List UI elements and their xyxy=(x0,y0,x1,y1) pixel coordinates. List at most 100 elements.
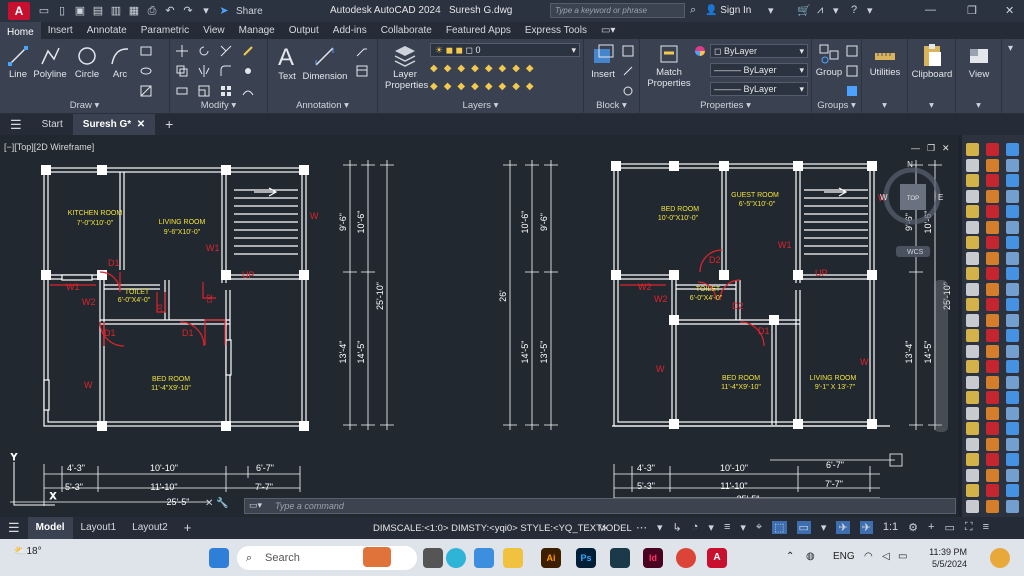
palette-tool-icon[interactable] xyxy=(966,484,979,497)
plot-icon[interactable]: ⎙ xyxy=(146,5,158,17)
dropdown-icon[interactable]: ▾ xyxy=(833,4,839,17)
dimension-button[interactable]: Dimension xyxy=(302,43,348,82)
chrome-icon[interactable] xyxy=(676,548,696,568)
volume-icon[interactable]: ◁ xyxy=(882,551,890,562)
palette-tool-icon[interactable] xyxy=(1006,329,1019,342)
hatch-icon[interactable] xyxy=(140,85,152,97)
explode-icon[interactable] xyxy=(242,65,254,77)
layers-panel-label[interactable]: Layers ▾ xyxy=(378,100,583,111)
layer-tool-icon[interactable]: ◆ xyxy=(430,81,438,95)
palette-tool-icon[interactable] xyxy=(966,282,979,296)
palette-tool-icon[interactable] xyxy=(966,406,979,420)
tab-layout2[interactable]: Layout2 xyxy=(124,517,176,539)
layer-tool-icon[interactable]: ◆ xyxy=(499,81,507,95)
save-web-icon[interactable]: ▦ xyxy=(128,5,140,17)
palette-tool-icon[interactable] xyxy=(1006,174,1019,187)
palette-tool-icon[interactable] xyxy=(986,174,999,187)
palette-tool-icon[interactable] xyxy=(966,329,979,342)
palette-tool-icon[interactable] xyxy=(986,453,999,466)
modify-panel-label[interactable]: Modify ▾ xyxy=(170,100,267,111)
palette-tool-icon[interactable] xyxy=(966,158,979,172)
palette-tool-icon[interactable] xyxy=(986,499,999,513)
polar-icon[interactable]: ◔ xyxy=(692,521,699,534)
palette-tool-icon[interactable] xyxy=(986,391,999,404)
palette-tool-icon[interactable] xyxy=(966,298,979,311)
dropdown-icon[interactable]: ▾ xyxy=(200,5,212,17)
layer-tool-icon[interactable]: ◆ xyxy=(444,81,452,95)
rotate-icon[interactable] xyxy=(198,45,210,57)
trim-icon[interactable] xyxy=(220,45,232,57)
annotation-visibility-icon[interactable]: ▾ xyxy=(821,521,827,534)
osnap-icon[interactable]: ▾ xyxy=(708,521,714,534)
palette-tool-icon[interactable] xyxy=(986,189,999,203)
autodesk-icon[interactable]: ⩘ xyxy=(817,4,823,17)
palette-tool-icon[interactable] xyxy=(986,422,999,435)
open-folder-icon[interactable]: ▯ xyxy=(56,5,68,17)
palette-tool-icon[interactable] xyxy=(1006,205,1019,218)
layer-tool-icon[interactable]: ◆ xyxy=(499,63,507,77)
palette-tool-icon[interactable] xyxy=(986,205,999,218)
palette-tool-icon[interactable] xyxy=(1006,298,1019,311)
layer-tool-icon[interactable]: ◆ xyxy=(444,63,452,77)
annotation-panel-label[interactable]: Annotation ▾ xyxy=(268,100,377,111)
palette-tool-icon[interactable] xyxy=(986,468,999,482)
rectangle-icon[interactable] xyxy=(140,45,152,57)
palette-tool-icon[interactable] xyxy=(966,391,979,404)
palette-tool-icon[interactable] xyxy=(1006,158,1019,172)
share-icon[interactable]: ➤ xyxy=(218,5,230,17)
fullscreen-icon[interactable]: ⛶ xyxy=(965,521,973,534)
open-web-icon[interactable]: ▥ xyxy=(110,5,122,17)
array-icon[interactable] xyxy=(220,85,232,97)
palette-tool-icon[interactable] xyxy=(966,236,979,249)
save-icon[interactable]: ▣ xyxy=(74,5,86,17)
linetype-dropdown[interactable]: ——— ByLayer ▾ xyxy=(710,63,808,77)
command-input[interactable]: ▭▾ Type a command xyxy=(244,498,956,514)
workspace-gear-icon[interactable]: ⚙ xyxy=(908,521,918,534)
tab-collaborate[interactable]: Collaborate xyxy=(374,22,439,39)
palette-tool-icon[interactable] xyxy=(966,422,979,435)
app-icon[interactable] xyxy=(610,548,630,568)
palette-tool-icon[interactable] xyxy=(986,406,999,420)
indesign-icon[interactable]: Id xyxy=(643,548,663,568)
palette-tool-icon[interactable] xyxy=(986,437,999,451)
color-dropdown[interactable]: ◻ ByLayer ▾ xyxy=(710,44,808,58)
language-indicator[interactable]: ENG xyxy=(833,551,855,562)
palette-tool-icon[interactable] xyxy=(966,437,979,451)
layer-tool-icon[interactable]: ◆ xyxy=(526,63,534,77)
mirror-icon[interactable] xyxy=(198,65,210,77)
share-label[interactable]: Share xyxy=(236,6,263,17)
palette-tool-icon[interactable] xyxy=(986,344,999,358)
annotation-scale-icon[interactable]: ✈ xyxy=(836,521,850,534)
color-wheel-icon[interactable] xyxy=(694,45,706,57)
palette-tool-icon[interactable] xyxy=(966,220,979,234)
drawing-svg[interactable]: KITCHEN ROOM 7'-0"X10'-0" LIVING ROOM 9'… xyxy=(0,135,958,517)
ribbon-options-icon[interactable]: ▾ xyxy=(1008,43,1013,54)
lineweight-dropdown[interactable]: ——— ByLayer ▾ xyxy=(710,82,808,96)
new-tab-icon[interactable]: + xyxy=(155,114,183,135)
palette-tool-icon[interactable] xyxy=(986,158,999,172)
weather-widget[interactable]: ⛅18° xyxy=(14,546,42,557)
palette-tool-icon[interactable] xyxy=(1006,499,1019,513)
palette-tool-icon[interactable] xyxy=(966,267,979,280)
palette-tool-icon[interactable] xyxy=(966,360,979,373)
palette-tool-icon[interactable] xyxy=(1006,406,1019,420)
scale-label[interactable]: 1:1 xyxy=(883,521,898,534)
palette-tool-icon[interactable] xyxy=(986,220,999,234)
palette-tool-icon[interactable] xyxy=(1006,468,1019,482)
layer-tool-icon[interactable]: ◆ xyxy=(457,81,465,95)
layer-properties-button[interactable]: Layer Properties xyxy=(382,43,428,91)
illustrator-icon[interactable]: Ai xyxy=(541,548,561,568)
windows-start-icon[interactable] xyxy=(209,548,229,568)
group-selection-icon[interactable] xyxy=(846,85,858,97)
tray-app-icon[interactable]: ◍ xyxy=(806,551,815,562)
palette-tool-icon[interactable] xyxy=(986,282,999,296)
files-icon[interactable] xyxy=(474,548,494,568)
palette-tool-icon[interactable] xyxy=(966,143,979,156)
view-button[interactable]: View xyxy=(958,45,1000,80)
dropdown-icon[interactable]: ▾ xyxy=(768,4,774,17)
customization-icon[interactable]: ≡ xyxy=(983,521,989,534)
sign-in-button[interactable]: 👤 Sign In xyxy=(705,5,751,16)
palette-tool-icon[interactable] xyxy=(986,313,999,327)
attribute-icon[interactable] xyxy=(622,85,634,97)
arc-button[interactable]: Arc xyxy=(106,45,134,80)
